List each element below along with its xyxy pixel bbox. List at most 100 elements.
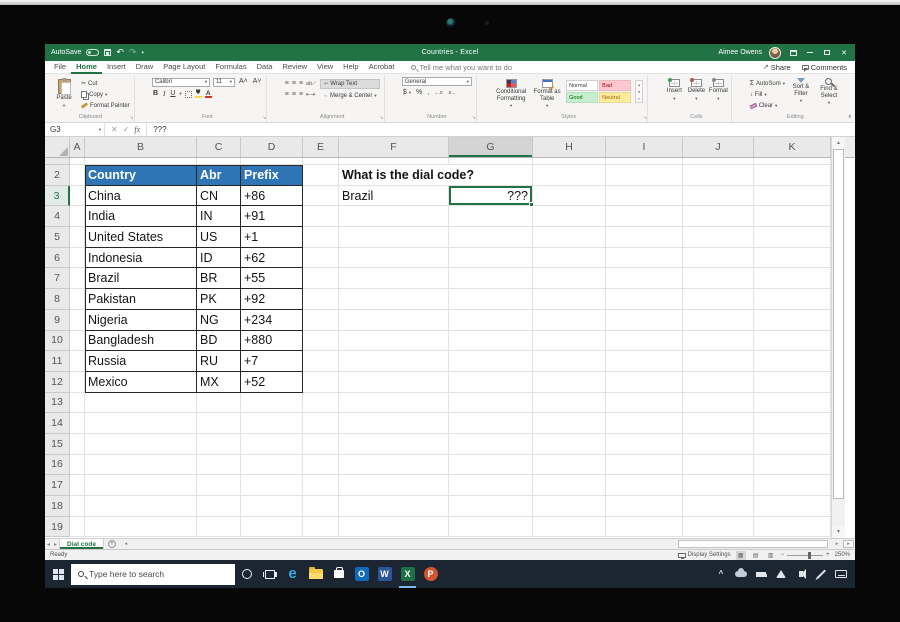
cell-A14[interactable] — [70, 413, 85, 434]
cell-H15[interactable] — [533, 434, 606, 455]
delete-cells-button[interactable]: Delete▾ — [687, 77, 705, 102]
cell-I16[interactable] — [606, 455, 683, 476]
cell-B17[interactable] — [85, 475, 197, 496]
cell-H10[interactable] — [533, 331, 606, 352]
formula-content[interactable]: ??? — [147, 125, 166, 134]
share-button[interactable]: ↗ Share — [763, 63, 791, 72]
column-header-J[interactable]: J — [683, 137, 754, 157]
cell-J11[interactable] — [683, 351, 754, 372]
taskbar-app-cortana[interactable] — [235, 560, 258, 588]
cell-G11[interactable] — [449, 351, 533, 372]
cell-E17[interactable] — [303, 475, 339, 496]
column-header-H[interactable]: H — [533, 137, 606, 157]
cell-D1[interactable] — [241, 158, 303, 165]
clear-button[interactable]: Clear ▾ — [750, 101, 785, 110]
increase-decimal-button[interactable]: ←.0 — [433, 89, 443, 97]
zoom-out-icon[interactable]: − — [781, 552, 785, 558]
taskbar-search-input[interactable]: Type here to search — [71, 564, 235, 585]
start-button[interactable] — [45, 560, 71, 588]
cell-C10[interactable]: BD — [197, 331, 241, 352]
cell-J6[interactable] — [683, 248, 754, 269]
cell-A18[interactable] — [70, 496, 85, 517]
cell-A5[interactable] — [70, 227, 85, 248]
column-header-I[interactable]: I — [606, 137, 683, 157]
cell-K2[interactable] — [754, 165, 831, 186]
zoom-in-icon[interactable]: + — [826, 552, 830, 558]
cell-C11[interactable]: RU — [197, 351, 241, 372]
customize-qat-icon[interactable]: ▾ — [141, 50, 144, 56]
cell-K10[interactable] — [754, 331, 831, 352]
row-header-6[interactable]: 6 — [45, 248, 70, 269]
autosave-toggle[interactable] — [86, 49, 99, 56]
cell-H11[interactable] — [533, 351, 606, 372]
row-header-11[interactable]: 11 — [45, 351, 70, 372]
cell-A3[interactable] — [70, 186, 85, 207]
sheet-tab-dial-code[interactable]: Dial code — [59, 539, 104, 549]
cell-D6[interactable]: +62 — [241, 248, 303, 269]
cut-button[interactable]: ✂Cut — [81, 79, 130, 88]
dialog-launcher-icon[interactable]: ↘ — [379, 115, 383, 121]
cell-E15[interactable] — [303, 434, 339, 455]
cell-B7[interactable]: Brazil — [85, 268, 197, 289]
bold-button[interactable]: B — [152, 90, 159, 98]
cell-K8[interactable] — [754, 289, 831, 310]
user-avatar[interactable] — [769, 47, 781, 59]
cell-E14[interactable] — [303, 413, 339, 434]
cell-J3[interactable] — [683, 186, 754, 207]
cell-K6[interactable] — [754, 248, 831, 269]
column-header-E[interactable]: E — [303, 137, 339, 157]
cell-F9[interactable] — [339, 310, 449, 331]
cancel-entry-icon[interactable]: ✕ — [111, 125, 118, 134]
row-header-10[interactable]: 10 — [45, 331, 70, 352]
cell-G8[interactable] — [449, 289, 533, 310]
collapse-ribbon-icon[interactable]: ∧ — [848, 113, 852, 120]
zoom-slider[interactable]: − + — [781, 552, 830, 558]
cell-E6[interactable] — [303, 248, 339, 269]
vertical-scrollbar[interactable]: ▲ ▼ — [831, 137, 845, 538]
cell-F13[interactable] — [339, 393, 449, 414]
cell-F7[interactable] — [339, 268, 449, 289]
cell-A4[interactable] — [70, 206, 85, 227]
cell-E4[interactable] — [303, 206, 339, 227]
cell-F10[interactable] — [339, 331, 449, 352]
fill-handle[interactable] — [529, 202, 534, 207]
new-sheet-button[interactable]: + — [108, 540, 116, 548]
cell-E19[interactable] — [303, 517, 339, 538]
taskbar-app-store[interactable] — [327, 560, 350, 588]
cell-H19[interactable] — [533, 517, 606, 538]
cell-B2[interactable]: Country — [85, 165, 197, 186]
cell-J8[interactable] — [683, 289, 754, 310]
row-header-15[interactable]: 15 — [45, 434, 70, 455]
cell-C8[interactable]: PK — [197, 289, 241, 310]
scroll-left-icon[interactable]: ◂ — [121, 540, 131, 548]
cell-D5[interactable]: +1 — [241, 227, 303, 248]
align-left-icon[interactable]: ≡ — [285, 91, 289, 99]
cell-H7[interactable] — [533, 268, 606, 289]
decrease-font-button[interactable]: A˅ — [252, 78, 263, 86]
number-format-combo[interactable]: General▾ — [402, 77, 472, 86]
cell-G17[interactable] — [449, 475, 533, 496]
cell-B11[interactable]: Russia — [85, 351, 197, 372]
cell-G3[interactable]: ??? — [449, 186, 533, 207]
cell-I19[interactable] — [606, 517, 683, 538]
row-header-13[interactable]: 13 — [45, 393, 70, 414]
cell-I11[interactable] — [606, 351, 683, 372]
tell-me-search[interactable]: Tell me what you want to do — [411, 63, 512, 72]
dialog-launcher-icon[interactable]: ↘ — [472, 115, 476, 121]
cell-A19[interactable] — [70, 517, 85, 538]
cell-F11[interactable] — [339, 351, 449, 372]
vertical-scroll-thumb[interactable] — [833, 149, 844, 499]
align-center-icon[interactable]: ≡ — [292, 91, 296, 99]
cell-J17[interactable] — [683, 475, 754, 496]
cell-E3[interactable] — [303, 186, 339, 207]
cell-C17[interactable] — [197, 475, 241, 496]
cell-J5[interactable] — [683, 227, 754, 248]
menu-tab-help[interactable]: Help — [338, 61, 363, 74]
column-header-B[interactable]: B — [85, 137, 197, 157]
row-header-8[interactable]: 8 — [45, 289, 70, 310]
cell-B18[interactable] — [85, 496, 197, 517]
cell-A13[interactable] — [70, 393, 85, 414]
cell-I12[interactable] — [606, 372, 683, 393]
align-right-icon[interactable]: ≡ — [299, 91, 303, 99]
cell-G6[interactable] — [449, 248, 533, 269]
